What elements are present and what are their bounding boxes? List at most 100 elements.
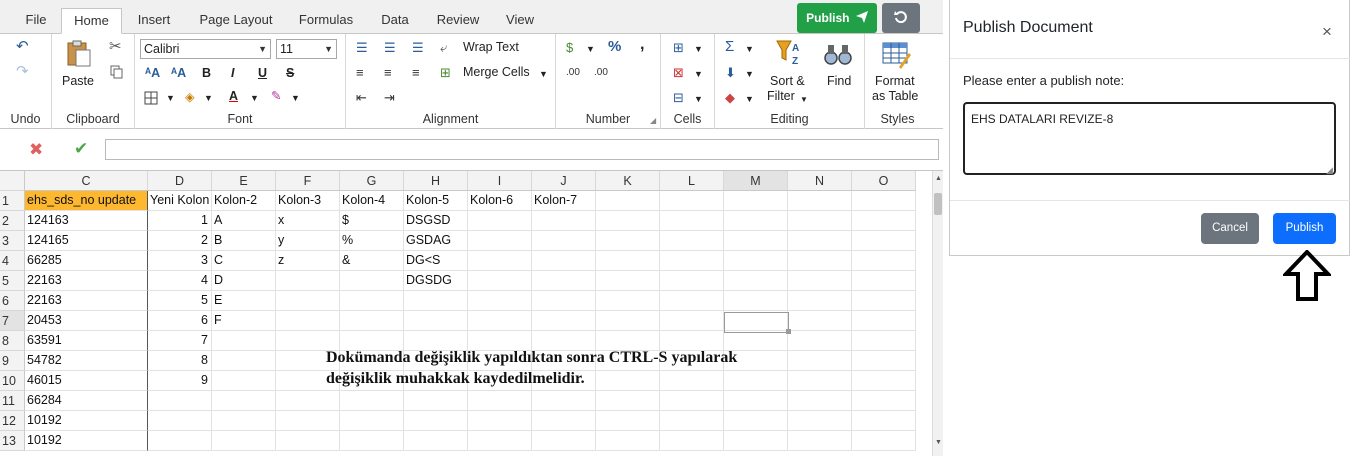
cell-n11[interactable]	[788, 391, 852, 411]
cell-f11[interactable]	[276, 391, 340, 411]
cell-k13[interactable]	[596, 431, 660, 451]
column-header-f[interactable]: F	[276, 171, 340, 191]
selected-cell-m7[interactable]	[724, 312, 789, 333]
cell-g11[interactable]	[340, 391, 404, 411]
formula-input[interactable]	[105, 139, 939, 160]
cell-d7[interactable]: 6	[148, 311, 212, 331]
binoculars-icon[interactable]	[823, 40, 853, 70]
select-all-corner[interactable]	[0, 171, 25, 191]
chevron-down-icon[interactable]: ▼	[694, 92, 703, 107]
cell-n9[interactable]	[788, 351, 852, 371]
cell-n7[interactable]	[788, 311, 852, 331]
decrease-decimal-icon[interactable]: .00	[594, 65, 608, 81]
align-middle-icon[interactable]: ☰	[384, 40, 396, 56]
row-header[interactable]: 4	[0, 251, 25, 271]
cell-f6[interactable]	[276, 291, 340, 311]
close-icon[interactable]: ×	[1322, 22, 1332, 42]
cell-e12[interactable]	[212, 411, 276, 431]
sort-filter-label-2[interactable]: Filter	[767, 89, 795, 104]
cell-m3[interactable]	[724, 231, 788, 251]
cell-c11[interactable]: 66284	[25, 391, 148, 411]
cell-f5[interactable]	[276, 271, 340, 291]
row-header[interactable]: 7	[0, 311, 25, 331]
chevron-down-icon[interactable]: ▼	[204, 91, 213, 106]
chevron-down-icon[interactable]: ▼	[745, 42, 754, 57]
align-center-icon[interactable]: ≡	[384, 65, 392, 81]
cell-c2[interactable]: 124163	[25, 211, 148, 231]
insert-cells-icon[interactable]: ⊞	[673, 40, 684, 56]
cell-m5[interactable]	[724, 271, 788, 291]
publish-button[interactable]: Publish	[1273, 213, 1336, 244]
cell-m6[interactable]	[724, 291, 788, 311]
row-header[interactable]: 11	[0, 391, 25, 411]
cell-h11[interactable]	[404, 391, 468, 411]
cell-k7[interactable]	[596, 311, 660, 331]
cell-i7[interactable]	[468, 311, 532, 331]
cell-l12[interactable]	[660, 411, 724, 431]
cell-n3[interactable]	[788, 231, 852, 251]
cell-i11[interactable]	[468, 391, 532, 411]
chevron-down-icon[interactable]: ▼	[745, 92, 754, 107]
cell-l6[interactable]	[660, 291, 724, 311]
font-name-select[interactable]: Calibri ▼	[140, 39, 271, 59]
format-table-label-2[interactable]: as Table	[872, 89, 918, 104]
cell-c1[interactable]: ehs_sds_no update	[25, 191, 148, 211]
column-header-g[interactable]: G	[340, 171, 404, 191]
cell-k6[interactable]	[596, 291, 660, 311]
cell-e6[interactable]: E	[212, 291, 276, 311]
row-header[interactable]: 6	[0, 291, 25, 311]
align-top-icon[interactable]: ☰	[356, 40, 368, 56]
cell-h12[interactable]	[404, 411, 468, 431]
cut-icon[interactable]: ✂	[109, 39, 122, 55]
cell-o10[interactable]	[852, 371, 916, 391]
cell-n2[interactable]	[788, 211, 852, 231]
cell-d3[interactable]: 2	[148, 231, 212, 251]
bold-icon[interactable]: B	[202, 66, 211, 81]
row-header[interactable]: 3	[0, 231, 25, 251]
tab-data[interactable]: Data	[372, 8, 418, 34]
cell-e4[interactable]: C	[212, 251, 276, 271]
cell-e7[interactable]: F	[212, 311, 276, 331]
cell-c7[interactable]: 20453	[25, 311, 148, 331]
cell-j4[interactable]	[532, 251, 596, 271]
cell-o8[interactable]	[852, 331, 916, 351]
cell-i1[interactable]: Kolon-6	[468, 191, 532, 211]
paste-button[interactable]: Paste	[62, 74, 94, 89]
cell-o13[interactable]	[852, 431, 916, 451]
cell-m12[interactable]	[724, 411, 788, 431]
cell-n6[interactable]	[788, 291, 852, 311]
cell-o5[interactable]	[852, 271, 916, 291]
cell-e13[interactable]	[212, 431, 276, 451]
cell-l13[interactable]	[660, 431, 724, 451]
column-header-i[interactable]: I	[468, 171, 532, 191]
cell-o12[interactable]	[852, 411, 916, 431]
merge-cells-icon[interactable]: ⊞	[440, 65, 451, 81]
cell-l4[interactable]	[660, 251, 724, 271]
cell-d4[interactable]: 3	[148, 251, 212, 271]
tab-insert[interactable]: Insert	[126, 8, 182, 34]
scroll-up-icon[interactable]: ▲	[935, 175, 942, 182]
find-button[interactable]: Find	[827, 74, 851, 89]
tab-review[interactable]: Review	[430, 8, 486, 34]
cell-g4[interactable]: &	[340, 251, 404, 271]
cell-e3[interactable]: B	[212, 231, 276, 251]
increase-decimal-icon[interactable]: .00	[566, 65, 580, 81]
cell-k5[interactable]	[596, 271, 660, 291]
row-header[interactable]: 9	[0, 351, 25, 371]
cell-j7[interactable]	[532, 311, 596, 331]
cell-e5[interactable]: D	[212, 271, 276, 291]
sort-filter-label-1[interactable]: Sort &	[770, 74, 805, 89]
cell-h2[interactable]: DSGSD	[404, 211, 468, 231]
wrap-text-button[interactable]: Wrap Text	[463, 40, 519, 55]
row-header[interactable]: 5	[0, 271, 25, 291]
cell-g3[interactable]: %	[340, 231, 404, 251]
tab-view[interactable]: View	[498, 8, 542, 34]
fill-color-icon[interactable]: ◈	[185, 90, 195, 105]
scroll-down-icon[interactable]: ▼	[935, 439, 942, 446]
comma-button[interactable]: ,	[640, 37, 644, 53]
cell-d8[interactable]: 7	[148, 331, 212, 351]
cell-k4[interactable]	[596, 251, 660, 271]
cell-d1[interactable]: Yeni Kolon	[148, 191, 212, 211]
cell-g2[interactable]: $	[340, 211, 404, 231]
cell-k11[interactable]	[596, 391, 660, 411]
